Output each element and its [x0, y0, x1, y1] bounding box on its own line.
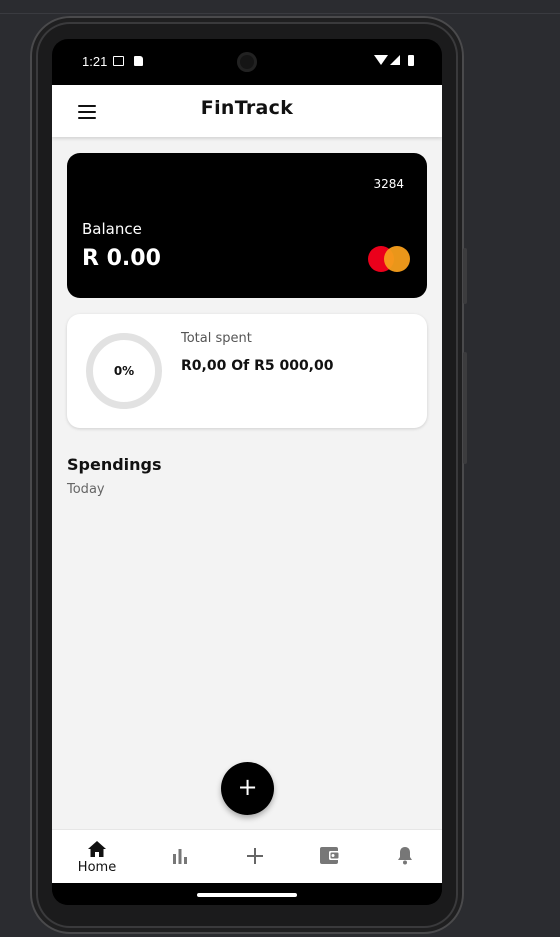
balance-card[interactable]: 3284 Balance R 0.00 — [67, 153, 427, 298]
volume-button — [463, 352, 467, 464]
wifi-icon — [374, 55, 388, 65]
total-spent-value: R0,00 Of R5 000,00 — [181, 358, 334, 374]
progress-percentage: 0% — [113, 364, 135, 378]
nav-wallet[interactable] — [291, 830, 369, 884]
nav-statistics[interactable] — [141, 830, 219, 884]
signal-icon — [390, 55, 400, 65]
app-title: FinTrack — [200, 97, 294, 119]
sd-card-icon — [134, 56, 143, 66]
battery-icon — [408, 55, 414, 66]
nav-home[interactable]: Home — [58, 830, 136, 884]
status-bar: 1:21 — [52, 39, 442, 85]
gesture-handle[interactable] — [197, 893, 297, 897]
nav-add[interactable] — [216, 830, 294, 884]
spendings-period: Today — [67, 482, 105, 497]
window-top-divider — [0, 13, 560, 14]
front-camera — [237, 52, 257, 72]
power-button — [463, 248, 467, 304]
balance-label: Balance — [82, 220, 142, 238]
nav-notifications[interactable] — [366, 830, 442, 884]
sim-card-icon — [113, 56, 124, 66]
app-content: FinTrack 3284 Balance R 0.00 0% Total sp… — [52, 85, 442, 883]
total-spent-card[interactable]: 0% Total spent R0,00 Of R5 000,00 — [67, 314, 427, 428]
total-spent-label: Total spent — [181, 331, 252, 346]
status-time: 1:21 — [82, 54, 108, 69]
plus-icon — [247, 848, 263, 864]
balance-value: R 0.00 — [82, 246, 161, 271]
phone-screen: 1:21 FinTrack 3284 Balance R 0.00 0% Tot… — [52, 39, 442, 905]
home-icon — [88, 841, 106, 857]
spendings-title: Spendings — [67, 455, 162, 474]
gesture-navigation-area — [52, 883, 442, 905]
app-bar: FinTrack — [52, 85, 442, 137]
mastercard-logo-icon — [368, 246, 410, 272]
wallet-icon — [320, 847, 340, 864]
bottom-navigation: Home — [52, 829, 442, 883]
bar-chart-icon — [173, 849, 187, 864]
bell-icon — [398, 847, 412, 865]
nav-home-label: Home — [77, 860, 117, 875]
add-transaction-button[interactable]: + — [221, 762, 274, 815]
card-number: 3284 — [373, 177, 404, 191]
